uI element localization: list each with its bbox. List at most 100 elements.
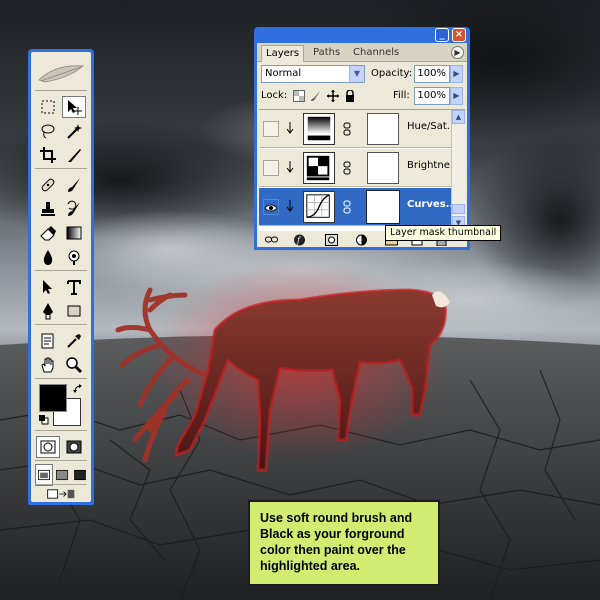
blur-icon[interactable] [36, 246, 60, 268]
clipping-arrow-icon [286, 200, 294, 212]
layers-panel-titlebar[interactable]: _ × [257, 27, 467, 43]
opacity-label: Opacity: [371, 68, 413, 79]
visibility-toggle[interactable] [263, 160, 279, 176]
layer-name[interactable]: Curves... [407, 199, 457, 210]
tools-palette [28, 49, 94, 505]
tab-layers[interactable]: Layers [261, 45, 305, 62]
tab-paths[interactable]: Paths [309, 45, 344, 62]
minimize-button[interactable]: _ [435, 28, 449, 42]
foreground-color-swatch[interactable] [39, 384, 67, 412]
standard-mode-icon[interactable] [36, 436, 60, 458]
layers-panel-content: Layers Paths Channels ▶ Normal ▼ Opacity… [257, 43, 467, 247]
rectangle-shape-icon[interactable] [62, 300, 86, 322]
pen-icon[interactable] [36, 300, 60, 322]
scroll-thumb[interactable] [452, 204, 465, 214]
instruction-note: Use soft round brush and Black as your f… [248, 500, 440, 586]
history-brush-icon[interactable] [62, 198, 86, 220]
lock-position-icon[interactable] [327, 90, 339, 102]
fill-field[interactable]: 100% [414, 87, 450, 105]
link-layers-icon[interactable] [265, 234, 278, 246]
layer-list: Hue/Sat... Brightne... Curves... ▲ ▼ [259, 109, 465, 232]
instruction-line: color then paint over the [260, 543, 406, 557]
lock-fill-row: Lock: Fill: 100% ▶ [261, 87, 463, 105]
curves-icon[interactable] [303, 191, 335, 223]
tab-channels[interactable]: Channels [349, 45, 403, 62]
standard-screen-mode-icon[interactable] [35, 464, 53, 486]
blend-opacity-row: Normal ▼ Opacity: 100% ▶ [261, 65, 463, 83]
layer-mask-tooltip: Layer mask thumbnail [385, 225, 502, 241]
palette-divider [35, 430, 87, 431]
layer-mask-thumbnail[interactable] [367, 113, 399, 145]
layer-row-hue-saturation[interactable]: Hue/Sat... [259, 110, 456, 148]
full-screen-menu-mode-icon[interactable] [53, 464, 71, 486]
move-icon[interactable] [62, 96, 86, 118]
fill-slider-button[interactable]: ▶ [450, 87, 463, 105]
layers-panel: _ × Layers Paths Channels ▶ Normal ▼ Opa… [254, 27, 470, 250]
brush-icon[interactable] [62, 174, 86, 196]
layer-mask-thumbnail[interactable] [367, 152, 399, 184]
add-mask-icon[interactable] [325, 234, 338, 246]
magic-wand-icon[interactable] [62, 120, 86, 142]
rectangular-marquee-icon[interactable] [36, 96, 60, 118]
layer-list-scrollbar[interactable]: ▲ ▼ [451, 110, 465, 232]
crop-icon[interactable] [36, 144, 60, 166]
palette-divider [35, 460, 87, 461]
palette-divider [35, 90, 87, 91]
tools-palette-body [31, 52, 91, 502]
layer-style-icon[interactable]: f [293, 234, 306, 246]
instruction-line: highlighted area. [260, 559, 361, 573]
clone-stamp-icon[interactable] [36, 198, 60, 220]
link-chain-icon[interactable] [343, 161, 351, 175]
clipping-arrow-icon [286, 161, 294, 173]
zoom-icon[interactable] [62, 354, 86, 376]
hue-saturation-icon[interactable] [303, 113, 335, 145]
adjustment-layer-icon[interactable] [355, 234, 368, 246]
panel-menu-button[interactable]: ▶ [451, 46, 464, 59]
instruction-line: Use soft round brush and [260, 511, 413, 525]
quick-mask-mode-icon[interactable] [62, 436, 86, 458]
lock-transparency-icon[interactable] [293, 90, 305, 102]
eye-icon [264, 204, 278, 212]
link-chain-icon[interactable] [343, 200, 351, 214]
link-chain-icon[interactable] [343, 122, 351, 136]
palette-divider [35, 270, 87, 271]
palette-divider [35, 378, 87, 379]
jump-to-imageready-icon[interactable] [39, 486, 83, 502]
gradient-icon[interactable] [62, 222, 86, 244]
layer-row-curves[interactable]: Curves... [259, 188, 457, 226]
lasso-icon[interactable] [36, 120, 60, 142]
notes-icon[interactable] [36, 330, 60, 352]
layer-row-brightness-contrast[interactable]: Brightne... [259, 149, 459, 187]
scroll-up-button[interactable]: ▲ [452, 110, 465, 124]
opacity-field[interactable]: 100% [414, 65, 450, 83]
dodge-icon[interactable] [62, 246, 86, 268]
blend-mode-select[interactable]: Normal ▼ [261, 65, 365, 83]
path-selection-icon[interactable] [36, 276, 60, 298]
visibility-toggle[interactable] [263, 199, 279, 215]
hand-icon[interactable] [36, 354, 60, 376]
slice-icon[interactable] [62, 144, 86, 166]
panel-tabs: Layers Paths Channels ▶ [257, 43, 467, 62]
palette-divider [35, 324, 87, 325]
healing-brush-icon[interactable] [36, 174, 60, 196]
clipping-arrow-icon [286, 122, 294, 134]
layer-mask-thumbnail[interactable] [366, 190, 400, 224]
type-icon[interactable] [62, 276, 86, 298]
layer-name[interactable]: Hue/Sat... [407, 121, 456, 132]
lock-label: Lock: [261, 90, 288, 101]
lock-all-icon[interactable] [344, 90, 356, 102]
brightness-contrast-icon[interactable] [303, 152, 335, 184]
lock-image-pixels-icon[interactable] [310, 90, 322, 102]
feather-logo-icon [38, 65, 85, 83]
close-button[interactable]: × [452, 28, 466, 42]
fill-label: Fill: [393, 90, 410, 101]
opacity-slider-button[interactable]: ▶ [450, 65, 463, 83]
full-screen-mode-icon[interactable] [71, 464, 89, 486]
eraser-icon[interactable] [36, 222, 60, 244]
chevron-down-icon[interactable]: ▼ [349, 66, 364, 82]
eyedropper-icon[interactable] [62, 330, 86, 352]
palette-divider [35, 484, 87, 485]
visibility-toggle[interactable] [263, 121, 279, 137]
default-colors-icon[interactable] [39, 415, 49, 425]
swap-colors-icon[interactable] [73, 384, 83, 394]
